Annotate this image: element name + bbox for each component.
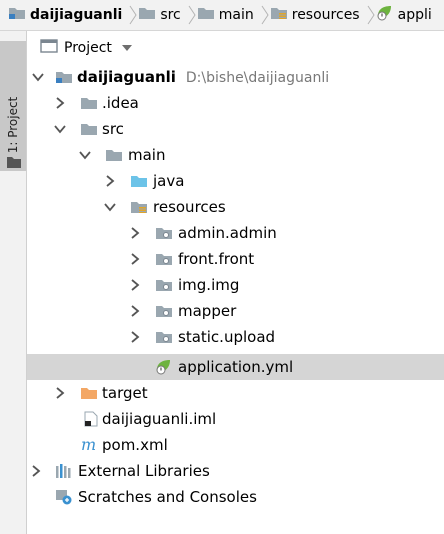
folder-icon: [7, 156, 21, 172]
folder-icon: [80, 121, 98, 137]
breadcrumb-label: main: [218, 7, 254, 23]
chevron-right-icon[interactable]: [129, 331, 141, 343]
folder-icon: [105, 147, 123, 163]
navigation-breadcrumb: daijiaguanli src main resources appli: [0, 0, 444, 31]
tree-node-main[interactable]: main: [27, 142, 444, 168]
chevron-down-icon[interactable]: [32, 71, 44, 83]
tree-node-front-front[interactable]: front.front: [27, 246, 444, 272]
excluded-folder-icon: [80, 385, 98, 401]
resources-folder-icon: [270, 5, 288, 25]
spring-config-icon: [155, 359, 173, 375]
chevron-down-icon[interactable]: [104, 201, 116, 213]
package-folder-icon: [155, 329, 173, 345]
tree-node-label: img.img: [178, 276, 240, 294]
spring-config-icon: [376, 5, 394, 25]
package-folder-icon: [155, 303, 173, 319]
package-folder-icon: [155, 251, 173, 267]
tree-node-label: target: [102, 384, 148, 402]
tree-node-label: mapper: [178, 302, 237, 320]
tree-node-java[interactable]: java: [27, 168, 444, 194]
project-tree: daijiaguanli D:\bishe\daijiaguanli .idea …: [27, 64, 444, 534]
chevron-right-icon[interactable]: [129, 227, 141, 239]
tree-node-admin-admin[interactable]: admin.admin: [27, 220, 444, 246]
tree-node-label: application.yml: [178, 358, 294, 376]
breadcrumb-label: resources: [291, 7, 360, 23]
module-folder-icon: [8, 5, 26, 25]
chevron-right-icon: [128, 0, 138, 30]
tree-node-static-upload[interactable]: static.upload: [27, 324, 444, 350]
tree-node-resources[interactable]: resources: [27, 194, 444, 220]
tree-node-label: resources: [153, 198, 226, 216]
tool-window-tab-label: 1: Project: [6, 96, 20, 154]
tool-window-strip: 1: Project: [0, 31, 27, 534]
library-icon: [55, 463, 73, 479]
folder-icon: [138, 5, 156, 25]
tree-node-label: front.front: [178, 250, 255, 268]
breadcrumb-label: appli: [397, 7, 432, 23]
root-label: daijiaguanli: [77, 68, 176, 86]
tree-node-scratches[interactable]: Scratches and Consoles: [27, 484, 444, 510]
chevron-right-icon: [260, 0, 270, 30]
tree-node-label: static.upload: [178, 328, 276, 346]
breadcrumb-item-src[interactable]: src: [138, 0, 181, 30]
tree-node-label: java: [153, 172, 185, 190]
tree-node-application-yml[interactable]: application.yml: [27, 354, 444, 380]
chevron-down-icon[interactable]: [54, 123, 66, 135]
tree-node-label: External Libraries: [78, 462, 210, 480]
tree-node-label: src: [102, 120, 124, 138]
chevron-right-icon[interactable]: [54, 387, 66, 399]
module-folder-icon: [55, 69, 73, 85]
package-folder-icon: [155, 277, 173, 293]
tree-node-mapper[interactable]: mapper: [27, 298, 444, 324]
resources-folder-icon: [130, 199, 148, 215]
chevron-right-icon[interactable]: [30, 465, 42, 477]
project-tool-window-tab[interactable]: 1: Project: [0, 41, 26, 171]
source-folder-icon: [130, 173, 148, 189]
breadcrumb-label: daijiaguanli: [30, 7, 123, 23]
tree-node-label: main: [128, 146, 166, 164]
folder-icon: [80, 95, 98, 111]
tree-node-src[interactable]: src: [27, 116, 444, 142]
chevron-right-icon[interactable]: [54, 97, 66, 109]
tree-node-pom[interactable]: m pom.xml: [27, 432, 444, 458]
tree-node-root[interactable]: daijiaguanli D:\bishe\daijiaguanli: [27, 64, 444, 90]
breadcrumb-label: src: [160, 7, 181, 23]
chevron-right-icon[interactable]: [129, 253, 141, 265]
breadcrumb-item-resources[interactable]: resources: [270, 0, 360, 30]
chevron-down-icon[interactable]: [121, 40, 132, 56]
tree-node-target[interactable]: target: [27, 380, 444, 406]
package-folder-icon: [155, 225, 173, 241]
breadcrumb-item-application[interactable]: appli: [376, 0, 432, 30]
tree-node-external-libraries[interactable]: External Libraries: [27, 458, 444, 484]
chevron-right-icon[interactable]: [104, 175, 116, 187]
tree-node-label: daijiaguanli.iml: [102, 410, 217, 428]
scratches-icon: [55, 489, 73, 505]
chevron-right-icon[interactable]: [129, 305, 141, 317]
folder-icon: [197, 5, 215, 25]
chevron-right-icon[interactable]: [129, 279, 141, 291]
tree-node-idea[interactable]: .idea: [27, 90, 444, 116]
panel-title[interactable]: Project: [64, 40, 112, 56]
tree-node-label: pom.xml: [102, 436, 168, 454]
maven-icon: m: [80, 435, 98, 454]
chevron-right-icon: [187, 0, 197, 30]
chevron-right-icon: [366, 0, 376, 30]
tree-node-img-img[interactable]: img.img: [27, 272, 444, 298]
breadcrumb-item-main[interactable]: main: [197, 0, 254, 30]
breadcrumb-item-project[interactable]: daijiaguanli: [8, 0, 122, 30]
project-panel-header: Project: [27, 31, 444, 64]
tree-node-label: admin.admin: [178, 224, 277, 242]
project-view-icon: [40, 38, 58, 58]
chevron-down-icon[interactable]: [79, 149, 91, 161]
tree-node-label: Scratches and Consoles: [78, 488, 257, 506]
tree-node-label: .idea: [102, 94, 139, 112]
iml-file-icon: [82, 411, 100, 427]
tree-node-iml[interactable]: daijiaguanli.iml: [27, 406, 444, 432]
svg-text:m: m: [81, 436, 96, 452]
root-path: D:\bishe\daijiaguanli: [185, 70, 330, 86]
